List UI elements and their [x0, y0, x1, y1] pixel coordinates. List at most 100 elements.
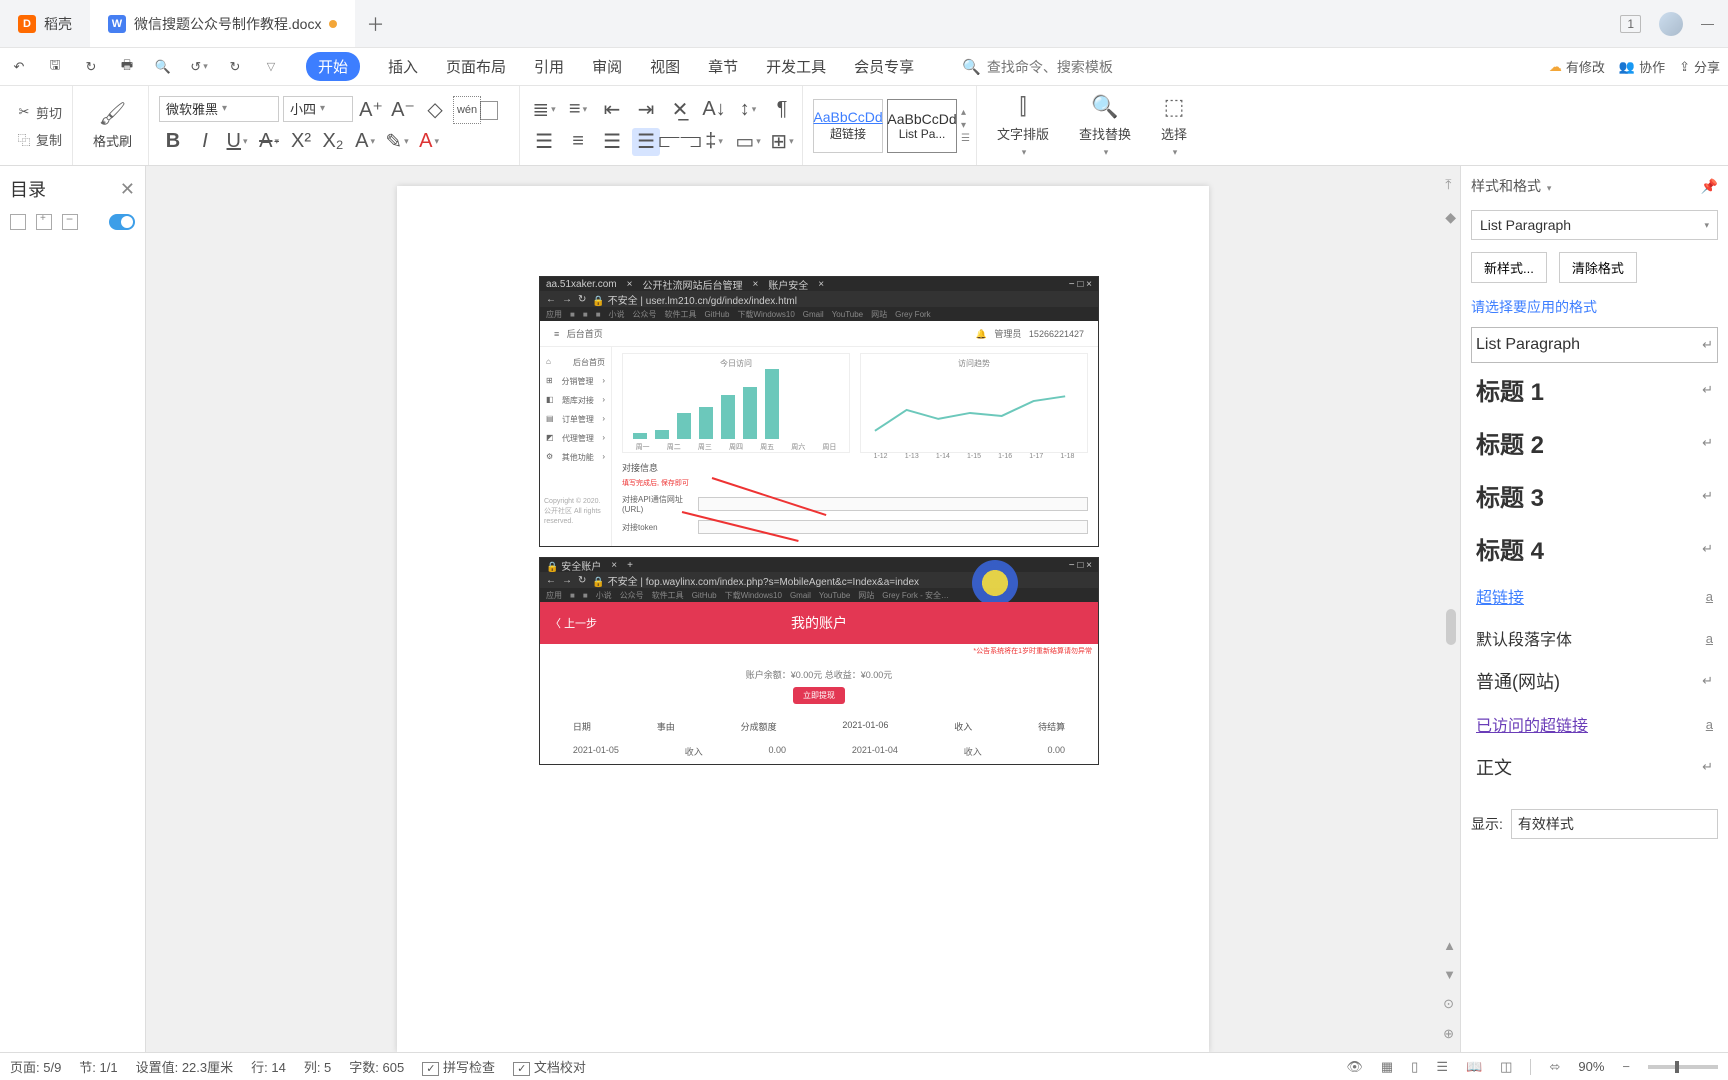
- scrollbar-thumb[interactable]: [1446, 609, 1456, 645]
- web-layout-icon[interactable]: ▦: [1381, 1059, 1393, 1075]
- style-item-hyperlink[interactable]: 超链接a: [1471, 575, 1718, 617]
- sb-words[interactable]: 字数: 605: [349, 1057, 404, 1076]
- tab-review[interactable]: 审阅: [592, 56, 622, 77]
- clear-format-icon[interactable]: ◇: [421, 96, 449, 124]
- align-right-icon[interactable]: ☰: [598, 128, 626, 156]
- side-by-side-icon[interactable]: ◫: [1500, 1059, 1512, 1075]
- text-effects-icon[interactable]: ✕̲: [666, 96, 694, 124]
- current-style-select[interactable]: List Paragraph▾: [1471, 210, 1718, 240]
- preview-icon[interactable]: 🔍: [152, 56, 174, 78]
- style-item-default-font[interactable]: 默认段落字体a: [1471, 617, 1718, 659]
- style-item-visited[interactable]: 已访问的超链接a: [1471, 703, 1718, 745]
- align-center-icon[interactable]: ≡: [564, 128, 592, 156]
- tools2-icon[interactable]: ⊕: [1443, 1026, 1456, 1042]
- tab-daoqiao[interactable]: D 稻壳: [0, 0, 90, 47]
- indent-icon[interactable]: ⇥: [632, 96, 660, 124]
- styles-expand-icon[interactable]: ☰: [961, 133, 970, 144]
- show-marks-icon[interactable]: ¶: [768, 96, 796, 124]
- sb-line[interactable]: 行: 14: [251, 1057, 286, 1076]
- pin-icon[interactable]: 📌: [1701, 178, 1718, 195]
- find-replace-button[interactable]: 🔍查找替换▾: [1069, 94, 1141, 158]
- save-icon[interactable]: 🖫: [44, 56, 66, 78]
- style-item-normal-web[interactable]: 普通(网站)↵: [1471, 659, 1718, 703]
- bold-icon[interactable]: B: [159, 128, 187, 156]
- italic-icon[interactable]: I: [191, 128, 219, 156]
- new-tab-button[interactable]: ＋: [355, 0, 395, 47]
- avatar-icon[interactable]: [1659, 12, 1683, 36]
- tab-page-layout[interactable]: 页面布局: [446, 56, 506, 77]
- change-case-icon[interactable]: A▾: [351, 128, 379, 156]
- font-color-icon[interactable]: A▾: [415, 128, 443, 156]
- share-link[interactable]: ⇪分享: [1679, 57, 1720, 76]
- back-icon[interactable]: ↶: [8, 56, 30, 78]
- collab-link[interactable]: 👥协作: [1619, 57, 1665, 76]
- search-input[interactable]: [987, 59, 1137, 75]
- tab-dev-tools[interactable]: 开发工具: [766, 56, 826, 77]
- grow-font-icon[interactable]: A⁺: [357, 96, 385, 124]
- style-list-para[interactable]: AaBbCcDd List Pa...: [887, 99, 957, 153]
- font-name-select[interactable]: 微软雅黑▾: [159, 96, 279, 122]
- sb-section[interactable]: 节: 1/1: [79, 1057, 117, 1076]
- numbering-icon[interactable]: ≡▾: [564, 96, 592, 124]
- tab-start[interactable]: 开始: [306, 52, 360, 81]
- has-changes-link[interactable]: ☁有修改: [1549, 57, 1605, 76]
- outline-icon[interactable]: ☰: [1436, 1059, 1448, 1075]
- print-icon[interactable]: 🖶: [116, 56, 138, 78]
- more-icon[interactable]: —: [1701, 16, 1714, 31]
- sb-proof[interactable]: ✓ 文档校对: [513, 1057, 586, 1076]
- close-icon[interactable]: ✕: [120, 179, 135, 200]
- clear-format-button[interactable]: 清除格式: [1559, 252, 1637, 283]
- shrink-font-icon[interactable]: A⁻: [389, 96, 417, 124]
- copy-button[interactable]: ⿻复制: [12, 128, 66, 151]
- document-area[interactable]: ⤒ ◆ aa.51xaker.com×公开社流网站后台管理×账户安全×− □ ×…: [146, 166, 1460, 1052]
- line-spacing-icon[interactable]: ‡▾: [700, 128, 728, 156]
- highlight-icon[interactable]: ✎▾: [383, 128, 411, 156]
- superscript-icon[interactable]: X²: [287, 128, 315, 156]
- select-button[interactable]: ⬚选择▾: [1151, 94, 1197, 158]
- shading-icon[interactable]: ▭▾: [734, 128, 762, 156]
- tab-reference[interactable]: 引用: [534, 56, 564, 77]
- sb-pos[interactable]: 设置值: 22.3厘米: [136, 1057, 234, 1076]
- align-justify-icon[interactable]: ☰: [632, 128, 660, 156]
- print-preview-icon[interactable]: ↻: [80, 56, 102, 78]
- styles-down-icon[interactable]: ▾: [961, 120, 970, 131]
- print-layout-icon[interactable]: ▯: [1411, 1059, 1418, 1075]
- sort-icon[interactable]: ↕▾: [734, 96, 762, 124]
- style-hyperlink[interactable]: AaBbCcDd 超链接: [813, 99, 883, 153]
- qa-more-icon[interactable]: ▽: [260, 56, 282, 78]
- style-item-body[interactable]: 正文↵: [1471, 745, 1718, 789]
- undo-icon[interactable]: ↺▾: [188, 56, 210, 78]
- tab-view[interactable]: 视图: [650, 56, 680, 77]
- eye-icon[interactable]: 👁: [1346, 1059, 1363, 1075]
- tab-member[interactable]: 会员专享: [854, 56, 914, 77]
- font-size-select[interactable]: 小四▾: [283, 96, 353, 122]
- zoom-out-icon[interactable]: −: [1622, 1059, 1630, 1074]
- style-item-list-para[interactable]: List Paragraph↵: [1471, 327, 1718, 363]
- fit-width-icon[interactable]: ⬄: [1549, 1059, 1560, 1075]
- sb-page[interactable]: 页面: 5/9: [10, 1057, 61, 1076]
- ai-icon[interactable]: ◆: [1445, 209, 1456, 226]
- command-search[interactable]: 🔍: [962, 58, 1137, 76]
- collapse-ribbon-icon[interactable]: ⤒: [1445, 176, 1456, 193]
- toc-collapse-icon[interactable]: [10, 214, 26, 230]
- page-indicator[interactable]: 1: [1620, 15, 1641, 33]
- text-layout-button[interactable]: ⫿文字排版▾: [987, 94, 1059, 158]
- distribute-icon[interactable]: ⫍⫎: [666, 128, 694, 156]
- style-item-h2[interactable]: 标题 2↵: [1471, 416, 1718, 469]
- scroll-down-icon[interactable]: ▼: [1443, 967, 1456, 982]
- sb-col[interactable]: 列: 5: [304, 1057, 331, 1076]
- char-border-icon[interactable]: ⃞: [485, 96, 513, 124]
- outdent-icon[interactable]: ⇤: [598, 96, 626, 124]
- redo-icon[interactable]: ↻: [224, 56, 246, 78]
- toc-toggle[interactable]: [109, 214, 135, 230]
- toc-minus-icon[interactable]: −: [62, 214, 78, 230]
- scroll-up-icon[interactable]: ▲: [1443, 938, 1456, 953]
- style-item-h4[interactable]: 标题 4↵: [1471, 522, 1718, 575]
- show-filter-select[interactable]: 有效样式: [1511, 809, 1718, 839]
- zoom-value[interactable]: 90%: [1578, 1059, 1604, 1074]
- tab-document[interactable]: W 微信搜题公众号制作教程.docx: [90, 0, 355, 47]
- style-item-h1[interactable]: 标题 1↵: [1471, 363, 1718, 416]
- style-item-h3[interactable]: 标题 3↵: [1471, 469, 1718, 522]
- new-style-button[interactable]: 新样式...: [1471, 252, 1547, 283]
- tab-chapter[interactable]: 章节: [708, 56, 738, 77]
